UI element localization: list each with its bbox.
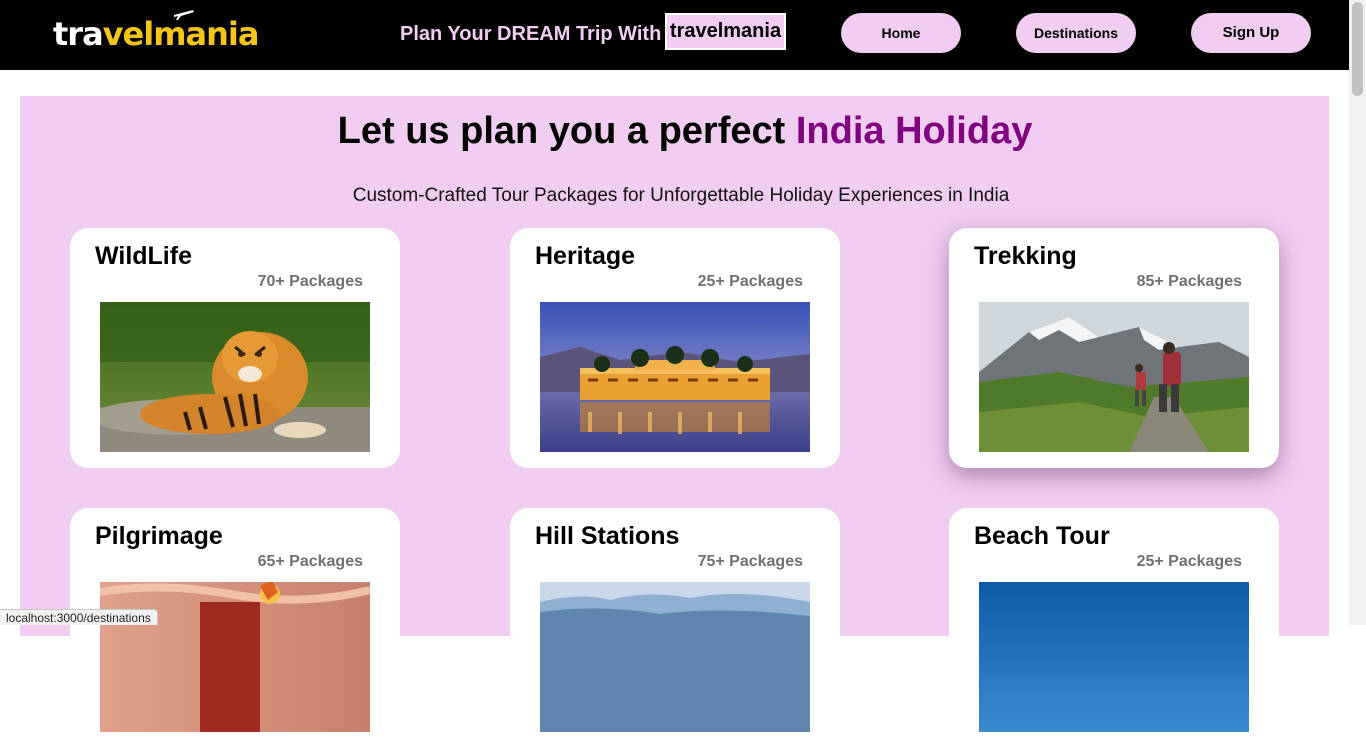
card-title: Pilgrimage (95, 522, 223, 550)
category-card-wildlife[interactable]: WildLife 70+ Packages (70, 228, 400, 468)
browser-status-url: localhost:3000/destinations (0, 609, 158, 625)
header-tagline: Plan Your DREAM Trip With (400, 23, 662, 45)
hills-photo (540, 582, 810, 732)
beach-photo (979, 582, 1249, 732)
card-package-count: 85+ Packages (1136, 273, 1242, 290)
tiger-photo (100, 302, 370, 452)
nav-sign-up-button[interactable]: Sign Up (1191, 13, 1311, 53)
scrollbar-thumb[interactable] (1352, 2, 1363, 96)
card-package-count: 75+ Packages (697, 553, 803, 570)
card-title: Trekking (974, 242, 1077, 270)
category-card-beach-tour[interactable]: Beach Tour 25+ Packages (949, 508, 1279, 748)
logo-text-part1: tra (53, 15, 104, 53)
page-heading-text: Let us plan you a perfect (337, 110, 786, 152)
page-heading: Let us plan you a perfect India Holiday (0, 108, 1366, 154)
category-card-trekking[interactable]: Trekking 85+ Packages (949, 228, 1279, 468)
card-package-count: 70+ Packages (257, 273, 363, 290)
nav-destinations-button[interactable]: Destinations (1016, 13, 1136, 53)
travelmania-logo[interactable]: travelmania (53, 6, 259, 56)
header-tagline-brand: travelmania (665, 13, 786, 50)
card-package-count: 25+ Packages (1136, 553, 1242, 570)
page-subheading: Custom-Crafted Tour Packages for Unforge… (352, 185, 1010, 206)
card-title: Beach Tour (974, 522, 1110, 550)
page-scrollbar[interactable] (1349, 0, 1366, 625)
logo-text-part3: mania (153, 15, 259, 53)
logo-text-part2: vel (102, 15, 155, 53)
hikers-mountain-photo (979, 302, 1249, 452)
category-card-heritage[interactable]: Heritage 25+ Packages (510, 228, 840, 468)
category-card-pilgrimage[interactable]: Pilgrimage 65+ Packages (70, 508, 400, 748)
airplane-icon (174, 10, 194, 20)
card-package-count: 65+ Packages (257, 553, 363, 570)
temple-aarti-photo (100, 582, 370, 732)
category-card-hill-stations[interactable]: Hill Stations 75+ Packages (510, 508, 840, 748)
page-heading-accent: India Holiday (795, 110, 1033, 152)
card-title: Heritage (535, 242, 636, 270)
navbar: travelmania Plan Your DREAM Trip With tr… (0, 0, 1349, 70)
card-title: WildLife (95, 242, 192, 270)
nav-home-button[interactable]: Home (841, 13, 961, 53)
card-package-count: 25+ Packages (697, 273, 803, 290)
card-title: Hill Stations (535, 522, 680, 550)
palace-on-lake-photo (540, 302, 810, 452)
